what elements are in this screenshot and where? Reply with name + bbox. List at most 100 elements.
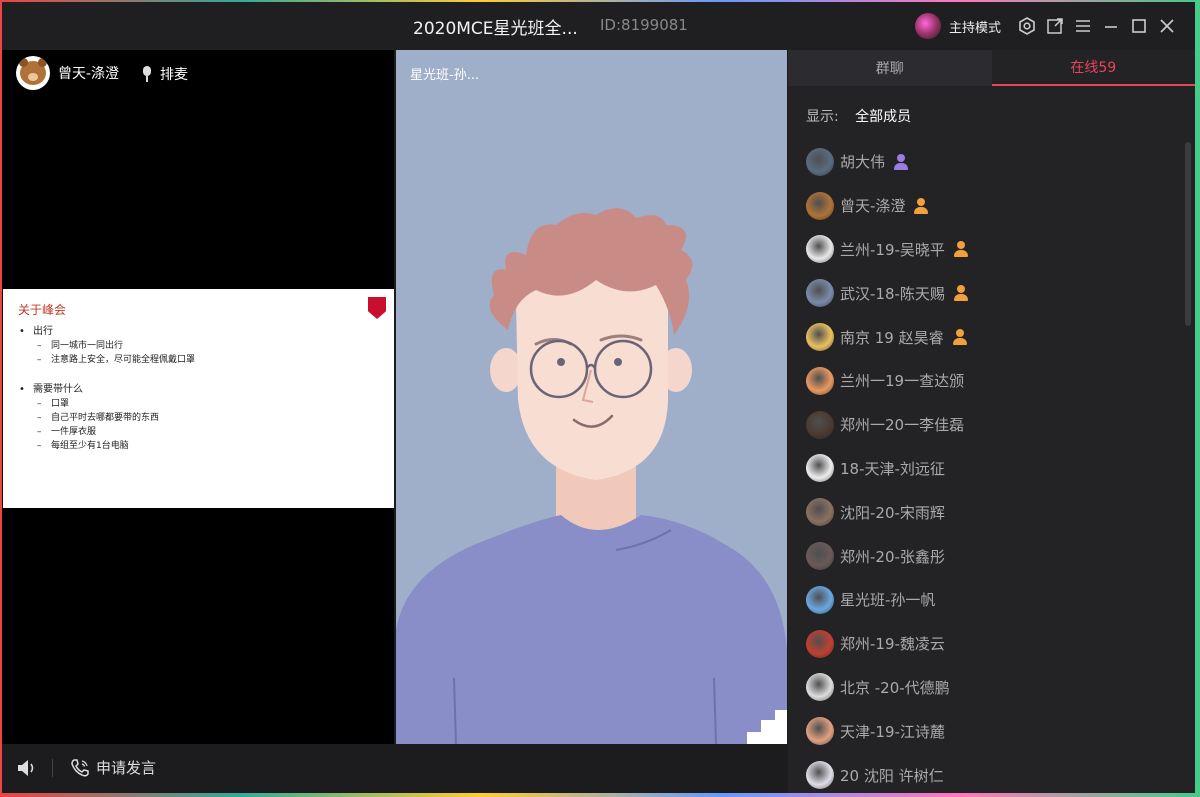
member-role-icon xyxy=(952,328,968,346)
list-item[interactable]: 南京 19 赵昊睿 xyxy=(806,315,1176,359)
presenter-panel: 曾天-涤澄 排麦 关于峰会 出行 同一城市一同出行 注意路上安全，尽可能全程佩戴… xyxy=(2,50,394,744)
slide-sub-item: 同一城市一同出行 xyxy=(19,339,195,353)
avatar xyxy=(806,542,834,571)
list-item[interactable]: 郑州一20一李佳磊 xyxy=(806,403,1176,447)
maximize-icon[interactable] xyxy=(1125,12,1153,40)
member-role-icon xyxy=(893,153,909,171)
apply-speak-label: 申请发言 xyxy=(96,759,157,777)
avatar xyxy=(806,585,834,614)
scrollbar[interactable] xyxy=(1185,142,1191,326)
list-item[interactable]: 星光班-孙一帆 xyxy=(806,578,1176,622)
minimize-icon[interactable] xyxy=(1097,12,1125,40)
list-item[interactable]: 郑州-20-张鑫彤 xyxy=(806,534,1176,578)
member-name: 沈阳-20-宋雨辉 xyxy=(840,503,945,522)
settings-icon[interactable] xyxy=(1013,12,1041,40)
list-item[interactable]: 天津-19-江诗麓 xyxy=(806,709,1176,753)
slide-bullet: 需要带什么 xyxy=(19,383,195,397)
member-role-icon xyxy=(913,197,929,215)
dragon-shield-logo-icon xyxy=(368,297,386,319)
default-avatar-illustration xyxy=(396,208,787,744)
member-filter[interactable]: 显示: 全部成员 xyxy=(806,106,911,126)
shared-slide: 关于峰会 出行 同一城市一同出行 注意路上安全，尽可能全程佩戴口罩 需要带什么 … xyxy=(3,289,394,508)
tab-group-chat[interactable]: 群聊 xyxy=(788,50,992,86)
member-name: 郑州-20-张鑫彤 xyxy=(840,547,945,566)
list-item[interactable]: 18-天津-刘远征 xyxy=(806,447,1176,491)
member-name: 兰州一19一查达颁 xyxy=(840,372,965,391)
members-panel: 群聊 在线59 显示: 全部成员 胡大伟曾天-涤澄兰州-19-吴晓平 武汉-18-… xyxy=(788,50,1195,793)
member-role-icon xyxy=(953,284,969,302)
menu-icon[interactable] xyxy=(1069,12,1097,40)
list-item[interactable]: 20 沈阳 许树仁 xyxy=(806,753,1176,797)
member-name: 18-天津-刘远征 xyxy=(840,459,945,478)
panel-tabs: 群聊 在线59 xyxy=(788,50,1195,86)
bottom-toolbar: 申请发言 xyxy=(2,744,787,793)
avatar xyxy=(806,498,834,527)
member-name: 兰州-19-吴晓平 xyxy=(840,240,945,259)
slide-sub-item: 每组至少有1台电脑 xyxy=(19,439,195,453)
speaker-volume-icon[interactable] xyxy=(16,758,38,778)
member-name: 天津-19-江诗麓 xyxy=(840,722,945,741)
list-item[interactable]: 兰州-19-吴晓平 xyxy=(806,228,1176,272)
avatar xyxy=(806,235,834,264)
list-item[interactable]: 北京 -20-代德鹏 xyxy=(806,666,1176,710)
slide-sub-item: 自己平时去哪都要带的东西 xyxy=(19,411,195,425)
title-bar-controls: 主持模式 xyxy=(914,12,1181,40)
popout-icon[interactable] xyxy=(1041,12,1069,40)
avatar xyxy=(806,629,834,658)
avatar xyxy=(806,323,834,352)
slide-bullet: 出行 xyxy=(19,325,195,339)
host-avatar[interactable] xyxy=(914,13,941,39)
tab-online[interactable]: 在线59 xyxy=(991,50,1195,86)
member-role-icon xyxy=(953,240,969,258)
slide-sub-item: 注意路上安全，尽可能全程佩戴口罩 xyxy=(19,353,195,367)
member-name: 郑州-19-魏凌云 xyxy=(840,635,945,654)
participant-video[interactable]: 星光班-孙... xyxy=(396,50,787,744)
member-name: 20 沈阳 许树仁 xyxy=(840,766,944,785)
mic-queue-button[interactable]: 排麦 xyxy=(142,64,188,84)
member-name: 胡大伟 xyxy=(840,153,886,172)
list-item[interactable]: 兰州一19一查达颁 xyxy=(806,359,1176,403)
apply-speak-button[interactable]: 申请发言 xyxy=(70,757,156,778)
avatar xyxy=(16,56,50,90)
filter-label: 显示: xyxy=(806,109,839,125)
room-id: ID:8199081 xyxy=(600,16,688,34)
list-item[interactable]: 郑州-19-魏凌云 xyxy=(806,622,1176,666)
list-item[interactable]: 武汉-18-陈天赐 xyxy=(806,271,1176,315)
member-name: 武汉-18-陈天赐 xyxy=(840,284,945,303)
speaker-name: 曾天-涤澄 xyxy=(58,66,120,82)
close-icon[interactable] xyxy=(1153,12,1181,40)
member-name: 星光班-孙一帆 xyxy=(840,591,936,610)
video-participant-name: 星光班-孙... xyxy=(410,68,480,83)
avatar xyxy=(806,673,834,702)
member-list: 胡大伟曾天-涤澄兰州-19-吴晓平 武汉-18-陈天赐 南京 19 赵昊睿兰州一19… xyxy=(806,140,1176,797)
resize-handle-icon[interactable] xyxy=(747,710,787,744)
divider xyxy=(52,759,53,777)
list-item[interactable]: 曾天-涤澄 xyxy=(806,184,1176,228)
avatar xyxy=(806,717,834,746)
filter-value[interactable]: 全部成员 xyxy=(855,109,911,125)
avatar xyxy=(806,366,834,395)
member-name: 南京 19 赵昊睿 xyxy=(840,328,944,347)
avatar xyxy=(806,410,834,439)
slide-sub-item: 口罩 xyxy=(19,397,195,411)
slide-title: 关于峰会 xyxy=(18,303,67,317)
member-name: 郑州一20一李佳磊 xyxy=(840,416,965,435)
microphone-icon xyxy=(142,66,152,82)
list-item[interactable]: 沈阳-20-宋雨辉 xyxy=(806,490,1176,534)
slide-body: 出行 同一城市一同出行 注意路上安全，尽可能全程佩戴口罩 需要带什么 口罩 自己… xyxy=(19,325,195,453)
list-item[interactable]: 胡大伟 xyxy=(806,140,1176,184)
phone-icon xyxy=(71,758,89,777)
avatar xyxy=(806,761,834,790)
mic-queue-label: 排麦 xyxy=(160,67,188,83)
slide-sub-item: 一件厚衣服 xyxy=(19,425,195,439)
app-window: 2020MCE星光班全... ID:8199081 主持模式 曾天-涤澄 排麦 … xyxy=(2,2,1195,793)
room-title: 2020MCE星光班全... xyxy=(413,19,578,39)
current-speaker: 曾天-涤澄 xyxy=(16,56,119,90)
avatar xyxy=(806,454,834,483)
host-mode-label[interactable]: 主持模式 xyxy=(949,17,1001,36)
title-bar: 2020MCE星光班全... ID:8199081 主持模式 xyxy=(2,2,1195,50)
member-name: 曾天-涤澄 xyxy=(840,197,906,216)
avatar xyxy=(806,147,834,176)
avatar xyxy=(806,191,834,220)
avatar xyxy=(806,279,834,308)
